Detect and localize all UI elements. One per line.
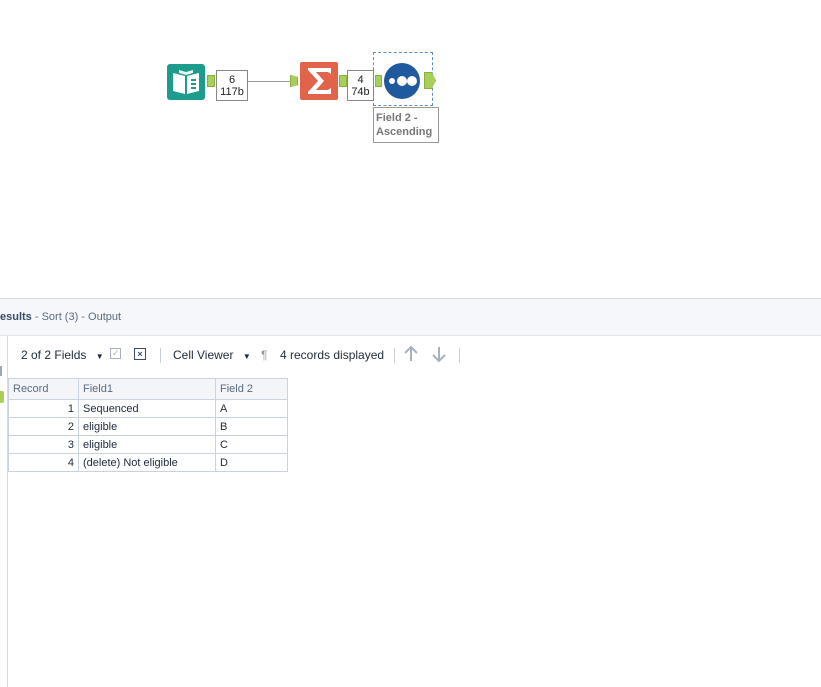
table-row[interactable]: 3 eligible C <box>8 435 288 454</box>
results-panel: esults - Sort (3) - Output 2 of 2 Fields… <box>0 298 821 687</box>
sort-output-anchor[interactable] <box>424 72 436 89</box>
record-cell[interactable]: 2 <box>8 417 79 436</box>
summarize-tool[interactable] <box>300 62 338 100</box>
connection-byte-size: 74b <box>351 86 370 98</box>
chevron-down-icon: ▼ <box>95 352 104 361</box>
field1-cell[interactable]: (delete) Not eligible <box>78 453 216 472</box>
column-header-record[interactable]: Record <box>8 378 79 400</box>
cell-viewer-dropdown[interactable]: Cell Viewer ▼ <box>173 348 251 362</box>
field1-cell[interactable]: eligible <box>78 435 216 454</box>
connection-label-1: 6 117b <box>216 70 248 101</box>
workflow-canvas[interactable]: 6 117b 4 74b Field 2 - Ascending <box>0 0 821 298</box>
record-cell[interactable]: 1 <box>8 399 79 418</box>
arrow-down-icon[interactable] <box>431 345 447 366</box>
sort-annotation: Field 2 - Ascending <box>373 107 439 143</box>
field2-cell[interactable]: A <box>215 399 288 418</box>
fields-dropdown-label: 2 of 2 Fields <box>21 348 87 362</box>
annotation-line-2: Ascending <box>376 126 433 138</box>
table-row[interactable]: 1 Sequenced A <box>8 399 288 418</box>
book-input-icon <box>167 64 205 100</box>
table-row[interactable]: 4 (delete) Not eligible D <box>8 453 288 472</box>
record-cell[interactable]: 3 <box>8 435 79 454</box>
records-displayed: 4 records displayed <box>280 348 385 362</box>
input-output-anchor[interactable] <box>207 75 215 87</box>
results-toolbar: 2 of 2 Fields ▼ ✓ × Cell Viewer ▼ ¶ 4 re… <box>0 336 821 376</box>
table-header-row: Record Field1 Field 2 <box>8 378 288 400</box>
connection-record-count: 6 <box>228 74 236 86</box>
annotation-line-1: Field 2 - <box>376 112 418 124</box>
sort-input-anchor[interactable] <box>375 75 382 87</box>
cell-viewer-label: Cell Viewer <box>173 348 234 362</box>
connection-label-2: 4 74b <box>347 70 374 101</box>
summarize-input-anchor[interactable] <box>290 75 298 87</box>
results-table: Record Field1 Field 2 1 Sequenced A 2 el… <box>8 378 288 472</box>
toolbar-separator <box>394 348 395 363</box>
table-row[interactable]: 2 eligible B <box>8 417 288 436</box>
field1-cell[interactable]: Sequenced <box>78 399 216 418</box>
sort-tool[interactable] <box>383 62 421 100</box>
record-cell[interactable]: 4 <box>8 453 79 472</box>
arrow-up-icon[interactable] <box>403 345 419 366</box>
input-data-tool[interactable] <box>167 64 205 100</box>
field1-cell[interactable]: eligible <box>78 417 216 436</box>
column-header-field1[interactable]: Field1 <box>78 378 216 400</box>
pilcrow-icon[interactable]: ¶ <box>261 348 267 362</box>
field2-cell[interactable]: D <box>215 453 288 472</box>
clear-box-icon[interactable]: × <box>134 348 146 360</box>
rail-indicator-icon <box>0 391 4 403</box>
results-subtitle: - Sort (3) - Output <box>31 311 122 323</box>
connection-record-count: 4 <box>357 74 364 86</box>
summarize-output-anchor[interactable] <box>339 75 347 87</box>
chevron-down-icon: ▼ <box>242 352 251 361</box>
sort-dots-icon <box>384 63 420 99</box>
results-left-rail <box>0 336 8 687</box>
connection-byte-size: 117b <box>220 86 244 98</box>
column-header-field2[interactable]: Field 2 <box>215 378 288 400</box>
connection-wire-1[interactable] <box>248 81 290 82</box>
results-header: esults - Sort (3) - Output <box>0 299 821 336</box>
toolbar-separator <box>459 348 460 363</box>
sigma-summarize-icon <box>300 62 338 100</box>
check-box-icon[interactable]: ✓ <box>110 348 121 359</box>
toolbar-separator <box>160 348 161 363</box>
field2-cell[interactable]: C <box>215 435 288 454</box>
results-title: esults <box>0 311 32 323</box>
fields-dropdown[interactable]: 2 of 2 Fields ▼ <box>21 348 104 362</box>
field2-cell[interactable]: B <box>215 417 288 436</box>
